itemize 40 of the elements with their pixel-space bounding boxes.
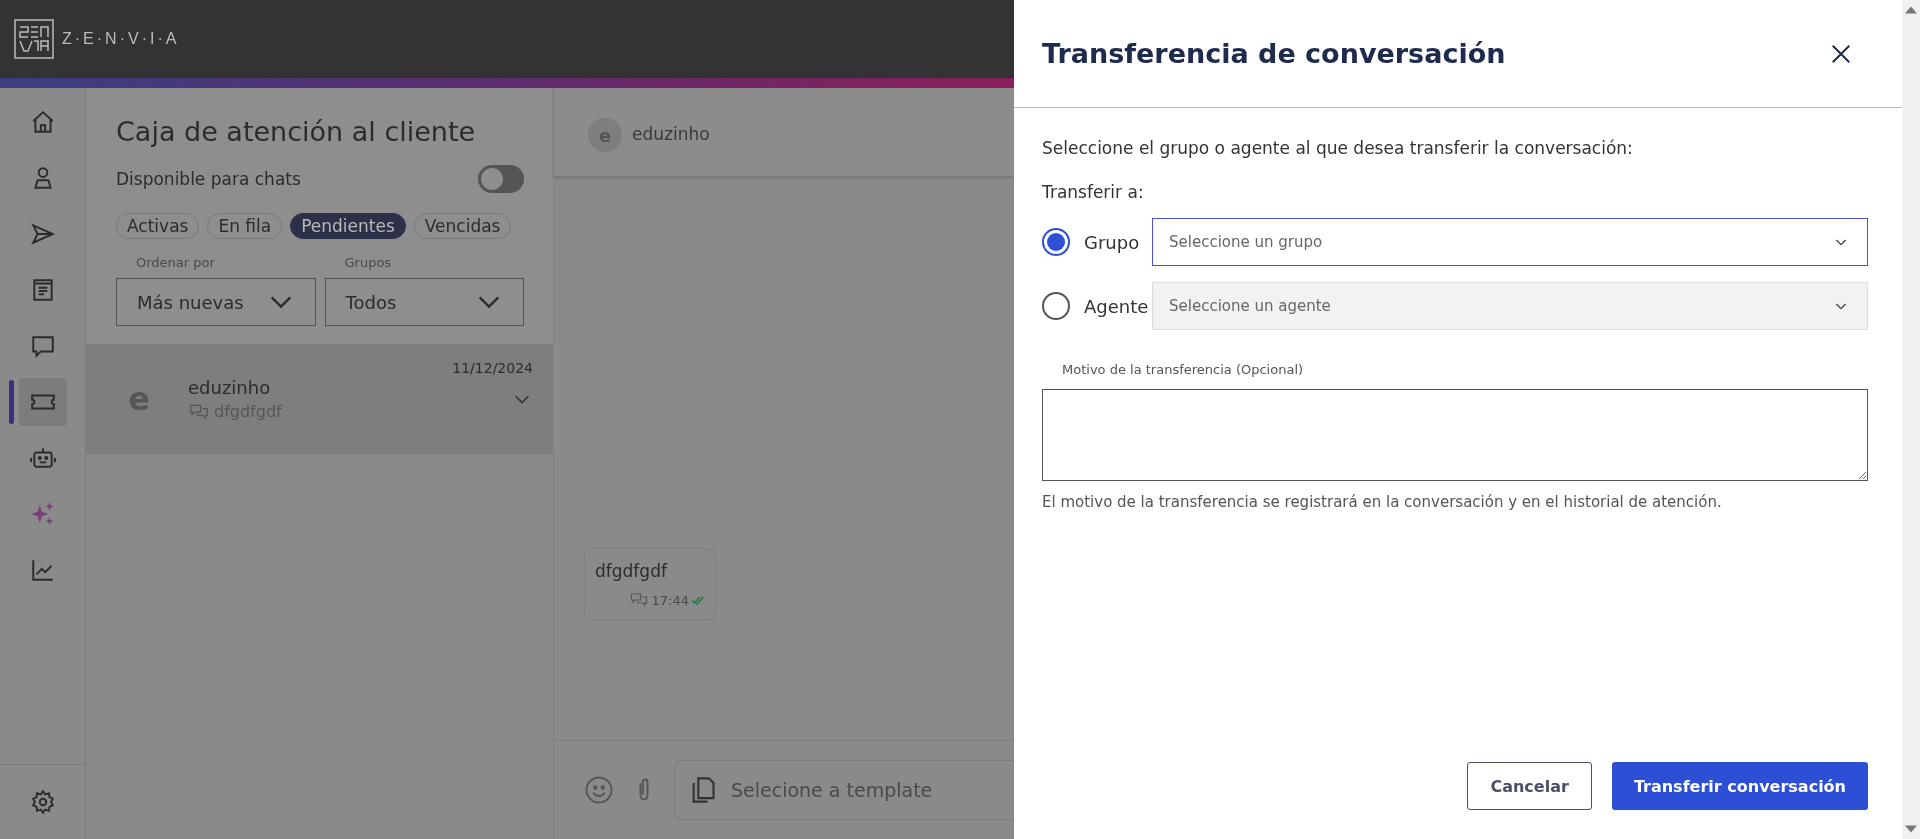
- conversation-date: 11/12/2024: [452, 360, 533, 376]
- message-text: dfgdfgdf: [595, 561, 669, 581]
- transfer-to-label: Transferir a:: [1042, 182, 1145, 202]
- radio-label: Grupo: [1084, 231, 1141, 253]
- instruction-text: Seleccione el grupo o agente al que desea transferir la conversación:: [1042, 138, 1634, 158]
- select-field[interactable]: Seleccione un agente: [1152, 282, 1868, 330]
- reason-hint: El motivo de la transferencia se registrará en la conversación y en el historial de atención.: [1042, 493, 1723, 511]
- contact-name: eduzinho: [632, 124, 710, 144]
- chart-icon: [29, 557, 56, 583]
- close-icon[interactable]: [1830, 42, 1852, 65]
- select-field[interactable]: Seleccione un grupo: [1152, 218, 1868, 266]
- radio-label: Agente: [1084, 295, 1150, 317]
- emoji-icon[interactable]: [584, 775, 614, 805]
- radio-button[interactable]: [1042, 228, 1070, 256]
- availability-label: Disponible para chats: [116, 169, 301, 189]
- transfer-button[interactable]: Transferir conversación: [1611, 762, 1868, 810]
- scroll-up-icon[interactable]: [1905, 6, 1917, 14]
- settings-icon[interactable]: [29, 789, 56, 815]
- cancel-button[interactable]: Cancelar: [1467, 762, 1592, 810]
- logo-icon: [14, 19, 54, 59]
- template-field[interactable]: Selecione a template: [674, 760, 1014, 820]
- scrollbar[interactable]: [1902, 0, 1920, 839]
- chat-icon: [29, 333, 56, 359]
- logo-text: Z·E·N·V·I·A: [62, 30, 180, 48]
- sort-dropdown[interactable]: Más nuevas: [116, 278, 316, 326]
- inbox-title: Caja de atención al cliente: [116, 116, 477, 147]
- availability-toggle[interactable]: [478, 165, 524, 193]
- sort-label: Ordenar por: [135, 255, 216, 270]
- send-icon: [29, 221, 56, 247]
- filter-tab[interactable]: Pendientes: [290, 213, 406, 239]
- scroll-down-icon[interactable]: [1905, 825, 1917, 833]
- reason-label: Motivo de la transferencia (Opcional): [1062, 362, 1305, 377]
- robot-icon: [29, 445, 56, 471]
- contact-name: eduzinho: [188, 376, 272, 398]
- reason-field[interactable]: [1042, 389, 1868, 481]
- groups-dropdown[interactable]: Todos: [324, 278, 524, 326]
- panel-title: Transferencia de conversación: [1042, 38, 1506, 69]
- groups-label: Grupos: [343, 255, 393, 270]
- radio-button[interactable]: [1042, 292, 1070, 320]
- message-time: 17:44: [651, 592, 689, 608]
